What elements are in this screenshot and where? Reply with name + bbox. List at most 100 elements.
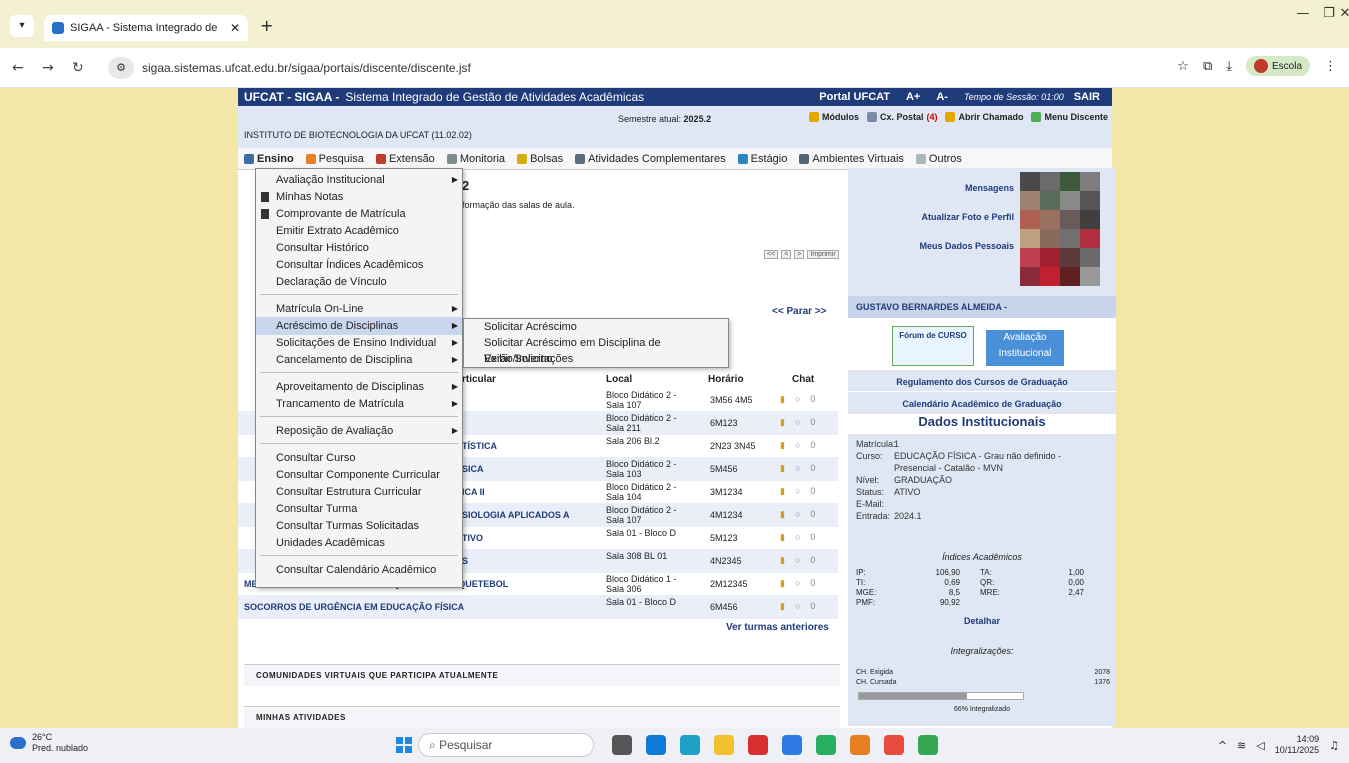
tray-expand-icon[interactable]: ^: [1218, 739, 1227, 752]
forum-curso-banner[interactable]: Fórum de CURSO: [892, 326, 974, 366]
turma-disciplina[interactable]: TIVO: [462, 533, 483, 543]
dropdown-item[interactable]: Consultar Índices Acadêmicos: [256, 256, 462, 274]
pager-prev[interactable]: <: [781, 250, 792, 259]
dropdown-item[interactable]: Trancamento de Matrícula ▶: [256, 395, 462, 413]
pager-print[interactable]: Imprimir: [807, 250, 839, 259]
menu-estagio[interactable]: Estágio: [737, 153, 787, 165]
menu-ambientes[interactable]: Ambientes Virtuais: [799, 153, 904, 165]
maximize-icon[interactable]: ❐: [1322, 6, 1336, 21]
pager-first[interactable]: <<: [764, 250, 779, 259]
browser-menu-icon[interactable]: ⋮: [1324, 59, 1337, 74]
menu-outros[interactable]: Outros: [915, 153, 962, 165]
extensions-icon[interactable]: ⧉: [1203, 59, 1212, 74]
student-menu-link[interactable]: Menu Discente: [1031, 112, 1108, 122]
firefox-icon[interactable]: [850, 735, 870, 755]
dados-pessoais-link[interactable]: Meus Dados Pessoais: [848, 236, 1014, 265]
site-info-icon[interactable]: ⚙: [108, 57, 134, 79]
opera-icon[interactable]: [884, 735, 904, 755]
avaliacao-institucional-banner[interactable]: Avaliação Institucional: [986, 330, 1064, 366]
dropdown-item[interactable]: Acréscimo de Disciplinas ▶: [256, 317, 462, 335]
forum-icon[interactable]: ▮: [780, 394, 785, 405]
dropdown-item[interactable]: Consultar Turmas Solicitadas: [256, 517, 462, 535]
dropdown-item[interactable]: Solicitações de Ensino Individual ▶: [256, 334, 462, 352]
mensagens-link[interactable]: Mensagens: [848, 178, 1014, 207]
dropdown-item[interactable]: Consultar Histórico: [256, 239, 462, 257]
chat-icon[interactable]: ○: [795, 555, 800, 566]
submenu-solicitar-verao[interactable]: Solicitar Acréscimo em Disciplina de Ver…: [464, 335, 728, 365]
dropdown-item[interactable]: Matrícula On-Line ▶: [256, 300, 462, 318]
menu-bolsas[interactable]: Bolsas: [517, 153, 563, 165]
dropdown-item[interactable]: Unidades Acadêmicas: [256, 534, 462, 552]
dropdown-item[interactable]: Consultar Turma: [256, 500, 462, 518]
volume-icon[interactable]: ◁: [1256, 739, 1264, 752]
dropdown-item[interactable]: Consultar Componente Curricular: [256, 466, 462, 484]
dropdown-item[interactable]: Aproveitamento de Disciplinas ▶: [256, 378, 462, 396]
forum-icon[interactable]: ▮: [780, 601, 785, 612]
task-view-icon[interactable]: [612, 735, 632, 755]
detalhar-link[interactable]: Detalhar: [848, 616, 1116, 626]
menu-extensao[interactable]: Extensão: [375, 153, 435, 165]
forum-icon[interactable]: ▮: [780, 532, 785, 543]
chat-icon[interactable]: ○: [795, 417, 800, 428]
forum-icon[interactable]: ▮: [780, 578, 785, 589]
forward-icon[interactable]: →: [42, 60, 54, 76]
dropdown-item[interactable]: Consultar Estrutura Curricular: [256, 483, 462, 501]
dropdown-item[interactable]: Avaliação Institucional ▶: [256, 171, 462, 189]
bookmark-star-icon[interactable]: ☆: [1177, 59, 1189, 74]
dropdown-item[interactable]: Emitir Extrato Acadêmico: [256, 222, 462, 240]
menu-pesquisa[interactable]: Pesquisa: [305, 153, 364, 165]
dropdown-item[interactable]: Declaração de Vínculo: [256, 273, 462, 291]
minimize-icon[interactable]: —: [1296, 6, 1310, 21]
font-increase[interactable]: A+: [906, 91, 920, 103]
chat-icon[interactable]: ○: [795, 509, 800, 520]
back-icon[interactable]: ←: [12, 60, 24, 76]
turma-disciplina[interactable]: SIOLOGIA APLICADOS A: [462, 510, 570, 520]
wifi-icon[interactable]: ≋: [1237, 739, 1246, 752]
submenu-exibir-solicitacoes[interactable]: Exibir Solicitações: [464, 351, 728, 367]
pdf-reader-icon[interactable]: [748, 735, 768, 755]
chat-icon[interactable]: ○: [795, 463, 800, 474]
whatsapp-icon[interactable]: [816, 735, 836, 755]
chat-icon[interactable]: ○: [795, 578, 800, 589]
forum-icon[interactable]: ▮: [780, 440, 785, 451]
calendario-link[interactable]: Calendário Acadêmico de Graduação: [848, 394, 1116, 414]
menu-monitoria[interactable]: Monitoria: [446, 153, 505, 165]
chat-icon[interactable]: ○: [795, 601, 800, 612]
weather-widget[interactable]: 26°C Pred. nublado: [10, 732, 88, 754]
address-bar[interactable]: ⚙ sigaa.sistemas.ufcat.edu.br/sigaa/port…: [108, 55, 1338, 81]
ticket-link[interactable]: Abrir Chamado: [945, 112, 1023, 122]
file-explorer-icon[interactable]: [714, 735, 734, 755]
edge-icon[interactable]: [680, 735, 700, 755]
notification-bell-icon[interactable]: ♫: [1329, 739, 1339, 752]
turma-disciplina[interactable]: SOCORROS DE URGÊNCIA EM EDUCAÇÃO FÍSICA: [244, 602, 464, 612]
atualizar-foto-link[interactable]: Atualizar Foto e Perfil: [848, 207, 1014, 236]
parar-link[interactable]: << Parar >>: [772, 306, 827, 317]
postal-link[interactable]: Cx. Postal (4): [866, 112, 937, 122]
dropdown-item[interactable]: Comprovante de Matrícula: [256, 205, 462, 223]
app-icon[interactable]: [646, 735, 666, 755]
submenu-solicitar-acrescimo[interactable]: Solicitar Acréscimo: [464, 319, 728, 335]
browser-tab[interactable]: SIGAA - Sistema Integrado de ✕: [44, 15, 248, 41]
dropdown-item[interactable]: Minhas Notas: [256, 188, 462, 206]
ver-turmas-anteriores-link[interactable]: Ver turmas anteriores: [726, 622, 829, 633]
chat-icon[interactable]: ○: [795, 394, 800, 405]
dropdown-item[interactable]: Reposição de Avaliação ▶: [256, 422, 462, 440]
download-icon[interactable]: ⤓: [1226, 59, 1232, 74]
turma-disciplina[interactable]: SICA: [462, 464, 484, 474]
taskbar-search[interactable]: ⌕ Pesquisar: [418, 733, 594, 757]
windows-start-icon[interactable]: [396, 737, 412, 753]
pager-next[interactable]: >: [794, 250, 805, 259]
dropdown-item[interactable]: Consultar Calendário Acadêmico: [256, 561, 462, 579]
chat-icon[interactable]: ○: [795, 440, 800, 451]
dropdown-item[interactable]: Consultar Curso: [256, 449, 462, 467]
profile-button[interactable]: Escola: [1245, 56, 1310, 76]
reload-icon[interactable]: ↻: [72, 60, 84, 76]
forum-icon[interactable]: ▮: [780, 509, 785, 520]
menu-ensino[interactable]: Ensino: [244, 153, 294, 165]
menu-atividades[interactable]: Atividades Complementares: [575, 153, 726, 165]
regulamento-link[interactable]: Regulamento dos Cursos de Graduação: [848, 372, 1116, 392]
dropdown-item[interactable]: Cancelamento de Disciplina ▶: [256, 351, 462, 369]
modules-link[interactable]: Módulos: [808, 112, 859, 122]
clock[interactable]: 14:09 10/11/2025: [1275, 734, 1319, 756]
tab-list-button[interactable]: ▾: [10, 15, 34, 37]
